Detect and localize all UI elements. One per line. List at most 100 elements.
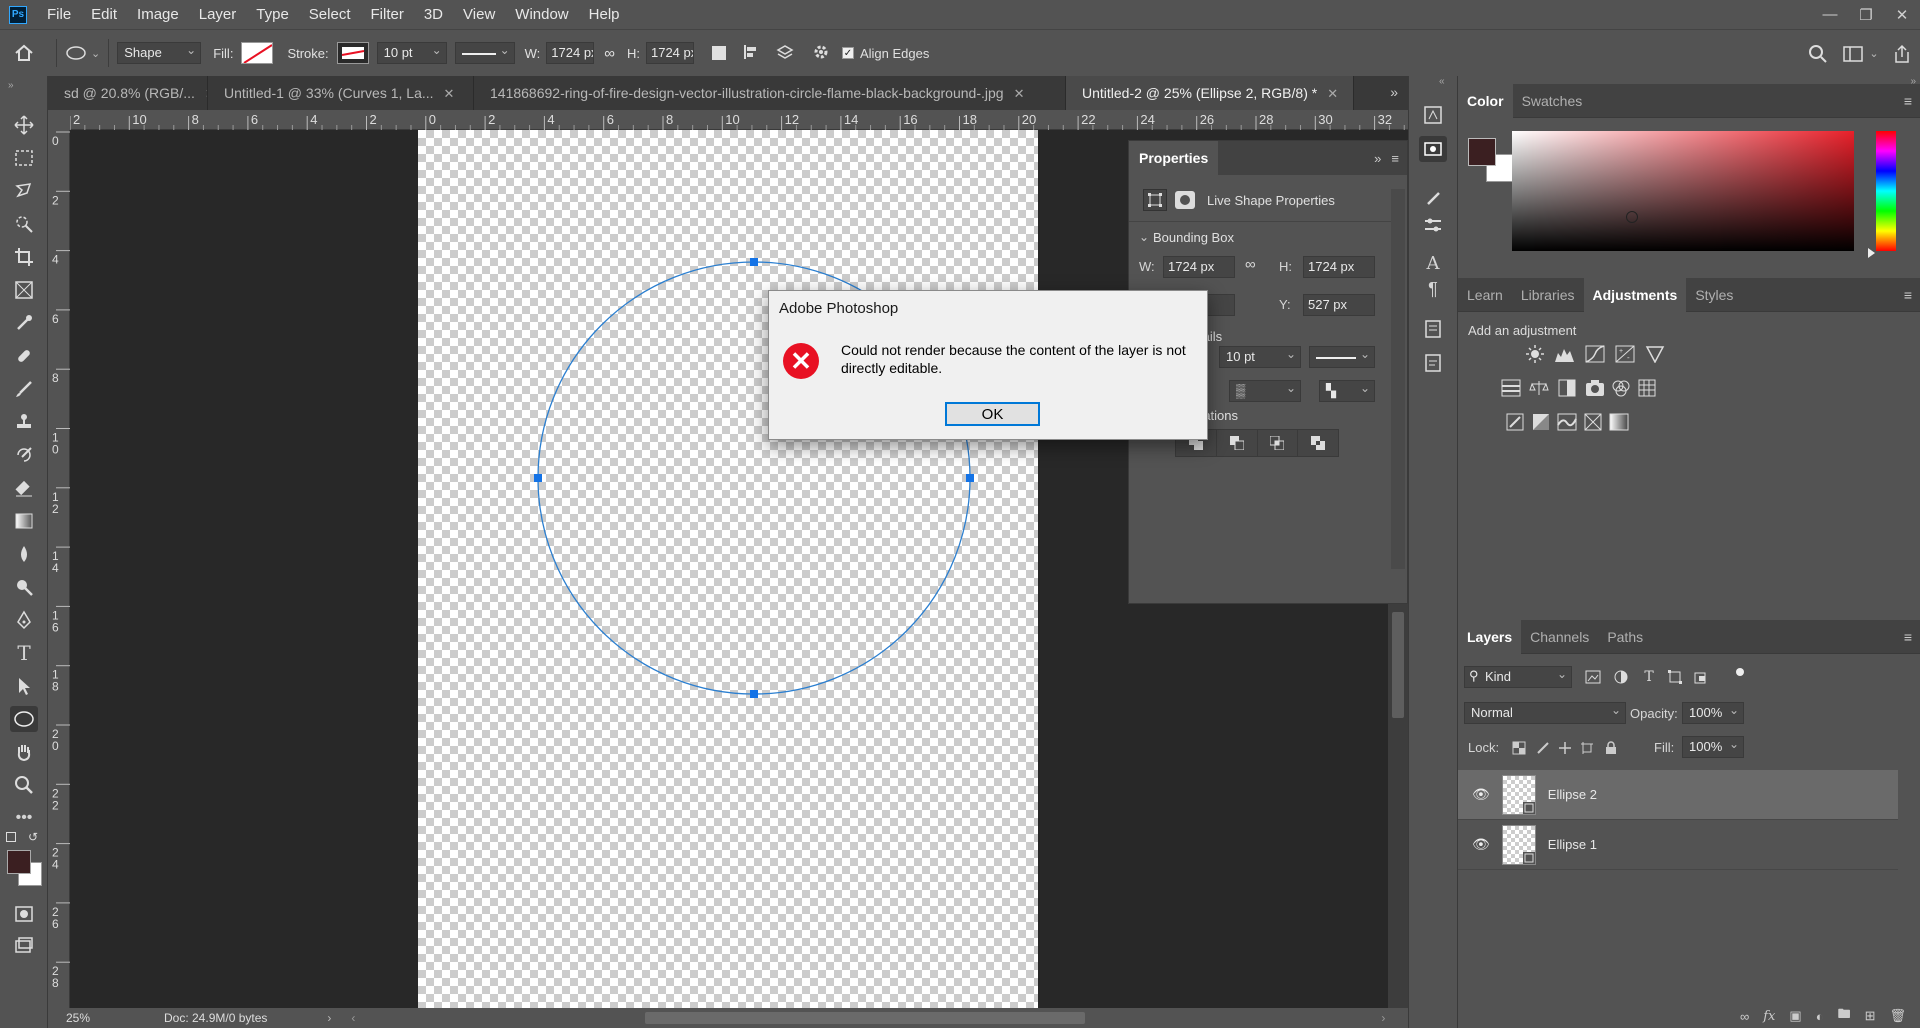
tab-styles[interactable]: Styles xyxy=(1686,278,1742,312)
screen-mode-icon[interactable] xyxy=(10,932,38,958)
type-tool-icon[interactable]: T xyxy=(10,640,38,666)
menu-image[interactable]: Image xyxy=(127,0,189,29)
stroke-type-select[interactable] xyxy=(454,40,515,64)
hue-saturation-icon[interactable] xyxy=(1500,378,1522,398)
link-layers-icon[interactable]: ∞ xyxy=(1740,1009,1749,1024)
eye-visibility-icon[interactable]: 👁 xyxy=(1472,836,1490,853)
horizontal-scrollbar-thumb[interactable] xyxy=(645,1012,1086,1024)
search-icon[interactable] xyxy=(1798,44,1838,64)
eye-visibility-icon[interactable]: 👁 xyxy=(1472,786,1490,803)
close-icon[interactable]: ✕ xyxy=(444,86,455,101)
more-tools-icon[interactable]: ••• xyxy=(10,805,38,831)
tab-document-3[interactable]: 141868692-ring-of-fire-design-vector-ill… xyxy=(474,76,1066,110)
path-operations-icon[interactable] xyxy=(711,46,726,60)
foreground-color-swatch[interactable] xyxy=(7,850,31,874)
paragraph-panel-icon[interactable]: ¶ xyxy=(1419,276,1447,302)
home-icon[interactable] xyxy=(0,43,48,63)
layer-filter-kind-select[interactable]: ⚲ Kind xyxy=(1464,664,1572,688)
tab-document-4-active[interactable]: Untitled-2 @ 25% (Ellipse 2, RGB/8) * ✕ xyxy=(1066,76,1354,110)
share-icon[interactable] xyxy=(1884,44,1920,64)
tab-paths[interactable]: Paths xyxy=(1598,620,1652,654)
eyedropper-tool-icon[interactable] xyxy=(10,310,38,336)
path-arrangement-icon[interactable] xyxy=(774,43,796,64)
new-layer-icon[interactable]: ⊞ xyxy=(1865,1008,1876,1024)
move-tool-icon[interactable] xyxy=(10,112,38,138)
lock-all-icon[interactable] xyxy=(1600,738,1622,758)
layer-name[interactable]: Ellipse 1 xyxy=(1548,837,1597,852)
properties-scrollbar[interactable] xyxy=(1391,189,1405,569)
collapse-icon[interactable]: » xyxy=(8,80,14,91)
brush-settings-icon[interactable] xyxy=(1419,186,1447,212)
panel-menu-icon[interactable]: ≡ xyxy=(1904,93,1912,109)
tab-document-2[interactable]: Untitled-1 @ 33% (Curves 1, La... ✕ xyxy=(208,76,474,110)
path-selection-tool-icon[interactable] xyxy=(10,673,38,699)
height-input[interactable]: 1724 px xyxy=(645,42,694,64)
gear-icon[interactable] xyxy=(812,43,830,64)
chevron-down-icon[interactable]: ⌄ xyxy=(1139,230,1149,244)
tool-mode-select[interactable]: Shape xyxy=(117,40,202,64)
prop-y-input[interactable]: 527 px xyxy=(1303,294,1375,316)
prop-stroke-align-select[interactable]: ▒ xyxy=(1229,378,1301,402)
tab-adjustments[interactable]: Adjustments xyxy=(1583,277,1687,312)
path-alignment-icon[interactable] xyxy=(742,43,760,64)
prop-stroke-caps-select[interactable]: ▚ xyxy=(1319,378,1375,402)
hand-tool-icon[interactable] xyxy=(10,739,38,765)
close-icon[interactable]: ✕ xyxy=(1327,86,1338,101)
swap-colors-icon[interactable]: ↺ xyxy=(28,830,38,844)
scrollbar-thumb[interactable] xyxy=(1392,612,1404,718)
prop-height-input[interactable]: 1724 px xyxy=(1303,256,1375,278)
ellipse-tool-icon[interactable] xyxy=(10,706,38,732)
delete-layer-icon[interactable]: 🗑 xyxy=(1889,1008,1906,1024)
color-foreground-swatch[interactable] xyxy=(1468,138,1496,166)
color-balance-icon[interactable] xyxy=(1528,378,1550,398)
selective-color-icon[interactable] xyxy=(1582,412,1604,432)
layer-thumbnail[interactable] xyxy=(1501,824,1536,865)
tab-channels[interactable]: Channels xyxy=(1521,620,1598,654)
filter-smart-object-icon[interactable] xyxy=(1690,667,1712,687)
marquee-tool-icon[interactable] xyxy=(10,145,38,171)
filter-shape-icon[interactable] xyxy=(1664,667,1686,687)
stroke-swatch[interactable] xyxy=(336,42,369,64)
fx-icon[interactable]: fx xyxy=(1763,1009,1775,1024)
vibrance-icon[interactable] xyxy=(1644,344,1666,364)
new-group-icon[interactable]: 🖿 xyxy=(1838,1005,1851,1027)
menu-3d[interactable]: 3D xyxy=(414,0,453,29)
filter-type-icon[interactable]: T xyxy=(1638,667,1660,687)
new-adjustment-layer-icon[interactable]: ◐ xyxy=(1816,1009,1824,1024)
menu-help[interactable]: Help xyxy=(579,0,630,29)
panel-menu-icon[interactable]: ≡ xyxy=(1904,629,1912,645)
tab-libraries[interactable]: Libraries xyxy=(1512,278,1584,312)
crop-tool-icon[interactable] xyxy=(10,244,38,270)
vertical-scrollbar[interactable] xyxy=(1388,600,1408,1008)
menu-type[interactable]: Type xyxy=(246,0,299,29)
exclude-shapes-icon[interactable] xyxy=(1298,430,1338,456)
character-panel-icon[interactable]: A xyxy=(1419,250,1447,276)
hue-slider[interactable] xyxy=(1868,131,1896,258)
filter-pixel-icon[interactable] xyxy=(1582,667,1604,687)
color-lookup-icon[interactable] xyxy=(1636,378,1658,398)
scroll-right-icon[interactable]: › xyxy=(1381,1011,1385,1025)
brightness-contrast-icon[interactable] xyxy=(1524,344,1546,364)
channel-mixer-icon[interactable] xyxy=(1610,378,1632,398)
zoom-tool-icon[interactable] xyxy=(10,772,38,798)
intersect-shapes-icon[interactable] xyxy=(1258,430,1299,456)
ok-button[interactable]: OK xyxy=(945,402,1040,426)
properties-title[interactable]: Properties xyxy=(1129,141,1219,175)
quick-selection-tool-icon[interactable] xyxy=(10,211,38,237)
invert-icon[interactable] xyxy=(1504,412,1526,432)
clone-stamp-tool-icon[interactable] xyxy=(10,409,38,435)
blend-mode-select[interactable]: Normal xyxy=(1464,700,1626,724)
link-icon[interactable]: ∞ xyxy=(1245,256,1256,273)
link-icon[interactable]: ∞ xyxy=(604,45,615,62)
fill-swatch[interactable] xyxy=(241,42,274,64)
layer-name[interactable]: Ellipse 2 xyxy=(1548,787,1597,802)
menu-window[interactable]: Window xyxy=(505,0,578,29)
properties-panel-icon[interactable] xyxy=(1419,136,1447,162)
quick-mask-icon[interactable] xyxy=(10,901,38,927)
black-white-icon[interactable] xyxy=(1556,378,1578,398)
lasso-tool-icon[interactable] xyxy=(10,178,38,204)
prop-stroke-width-input[interactable]: 10 pt xyxy=(1219,344,1301,368)
pen-tool-icon[interactable] xyxy=(10,607,38,633)
prop-width-input[interactable]: 1724 px xyxy=(1163,256,1235,278)
tab-swatches[interactable]: Swatches xyxy=(1513,84,1592,118)
